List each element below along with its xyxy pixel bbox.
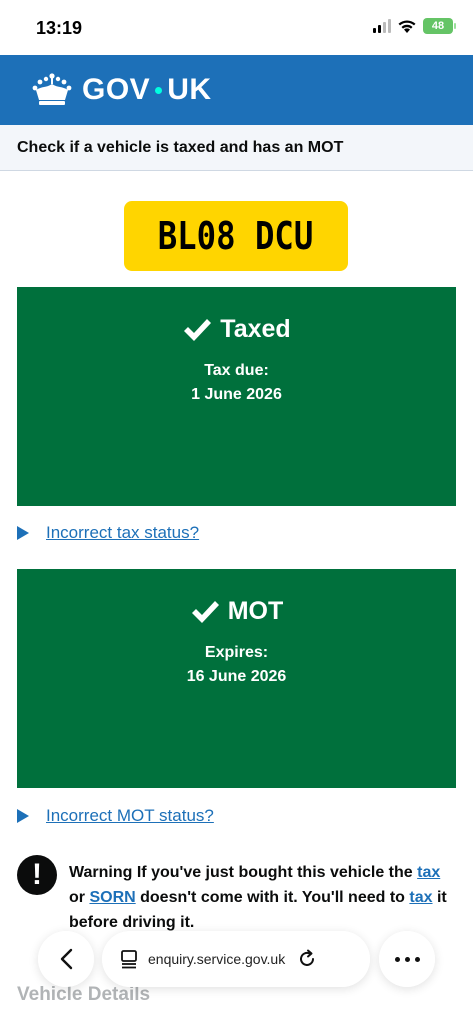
expand-triangle-icon[interactable] xyxy=(17,809,29,823)
more-dots-icon xyxy=(394,956,420,962)
mot-expiry-date: 16 June 2026 xyxy=(186,668,287,685)
browser-toolbar: enquiry.service.gov.uk xyxy=(38,931,435,987)
battery-icon: 48 xyxy=(423,18,456,34)
registration-plate: BL08 DCU xyxy=(124,201,348,271)
back-button[interactable] xyxy=(38,931,94,987)
incorrect-tax-details[interactable]: Incorrect tax status? xyxy=(17,523,199,543)
incorrect-tax-link[interactable]: Incorrect tax status? xyxy=(46,523,199,543)
address-bar[interactable]: enquiry.service.gov.uk xyxy=(102,931,370,987)
page-menu-icon[interactable] xyxy=(120,949,138,969)
service-name[interactable]: Check if a vehicle is taxed and has an M… xyxy=(17,139,343,157)
mot-expires-label: Expires: xyxy=(204,644,269,661)
tax-status-panel: Taxed Tax due: 1 June 2026 xyxy=(17,287,456,506)
logo-gov: GOV xyxy=(82,73,151,106)
sorn-link[interactable]: SORN xyxy=(89,889,135,906)
warning-text-part: or xyxy=(69,889,90,906)
cellular-signal-icon xyxy=(373,19,391,33)
warning-notice: ! Warning If you've just bought this veh… xyxy=(17,855,457,935)
service-navigation: Check if a vehicle is taxed and has an M… xyxy=(0,125,473,171)
mot-status-panel: MOT Expires: 16 June 2026 xyxy=(17,569,456,788)
tax-status-label: Taxed xyxy=(220,315,291,343)
checkmark-icon xyxy=(191,600,219,623)
reload-icon[interactable] xyxy=(297,949,317,969)
mot-status-label: MOT xyxy=(227,597,284,625)
tax-due-label: Tax due: xyxy=(204,362,269,379)
checkmark-icon xyxy=(184,318,212,341)
warning-text-part: doesn't come with it. You'll need to xyxy=(135,889,410,906)
tax-link[interactable]: tax xyxy=(417,864,440,881)
crown-logo-icon[interactable] xyxy=(32,72,72,108)
warning-text-part: Warning If you've just bought this vehic… xyxy=(69,864,418,881)
more-options-button[interactable] xyxy=(379,931,435,987)
status-time: 13:19 xyxy=(36,18,83,38)
chevron-left-icon xyxy=(60,948,73,970)
registration-number: BL08 DCU xyxy=(158,214,314,258)
warning-icon: ! xyxy=(17,855,57,895)
incorrect-mot-link[interactable]: Incorrect MOT status? xyxy=(46,806,214,826)
govuk-logo-text[interactable]: GOV UK xyxy=(82,73,212,107)
govuk-header: GOV UK xyxy=(0,55,473,125)
status-bar: 13:19 48 xyxy=(0,0,473,55)
vehicle-details-heading: Vehicle Details xyxy=(17,984,151,1005)
expand-triangle-icon[interactable] xyxy=(17,526,29,540)
status-icons: 48 xyxy=(373,18,456,34)
tax-link[interactable]: tax xyxy=(409,889,432,906)
warning-text: Warning If you've just bought this vehic… xyxy=(69,860,457,935)
tax-due-date: 1 June 2026 xyxy=(191,386,282,403)
url-text[interactable]: enquiry.service.gov.uk xyxy=(148,951,285,967)
logo-uk: UK xyxy=(167,73,212,106)
tax-status-title: Taxed xyxy=(17,315,456,344)
logo-dot xyxy=(155,86,163,94)
incorrect-mot-details[interactable]: Incorrect MOT status? xyxy=(17,806,214,826)
wifi-icon xyxy=(398,20,416,33)
mot-status-title: MOT xyxy=(17,597,456,626)
